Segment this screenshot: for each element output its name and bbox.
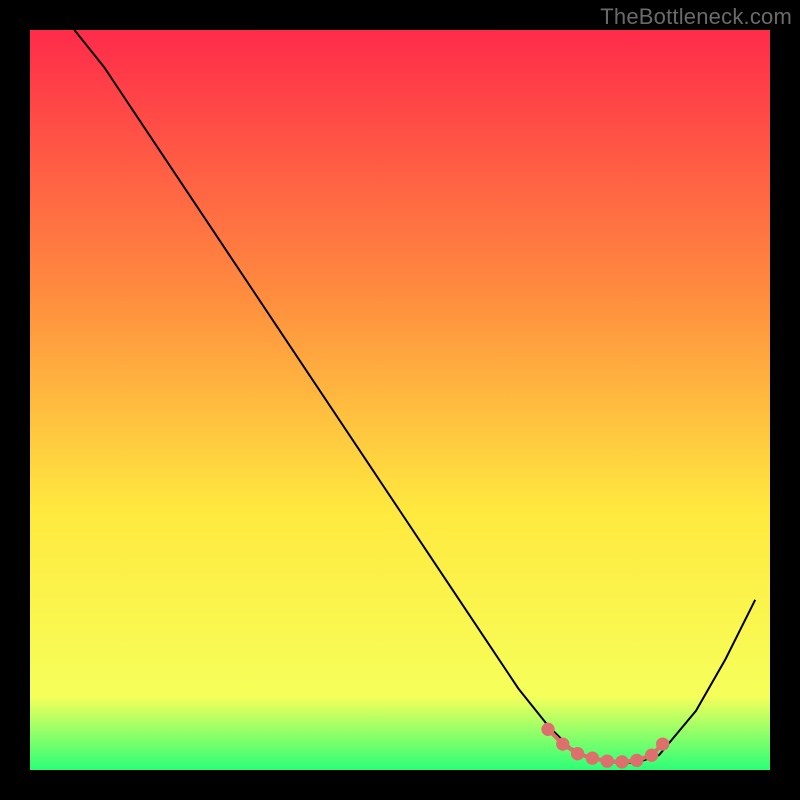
chart-root: TheBottleneck.com (0, 0, 800, 800)
marker-dot (541, 723, 554, 736)
marker-dot (601, 754, 614, 767)
marker-dot (645, 749, 658, 762)
marker-dot (586, 752, 599, 765)
gradient-background (30, 30, 770, 770)
marker-dot (656, 737, 669, 750)
watermark-text: TheBottleneck.com (600, 4, 792, 30)
plot-area (30, 30, 770, 770)
marker-dot (630, 754, 643, 767)
marker-dot (615, 755, 628, 768)
marker-dot (571, 747, 584, 760)
marker-dot (556, 737, 569, 750)
chart-svg (30, 30, 770, 770)
